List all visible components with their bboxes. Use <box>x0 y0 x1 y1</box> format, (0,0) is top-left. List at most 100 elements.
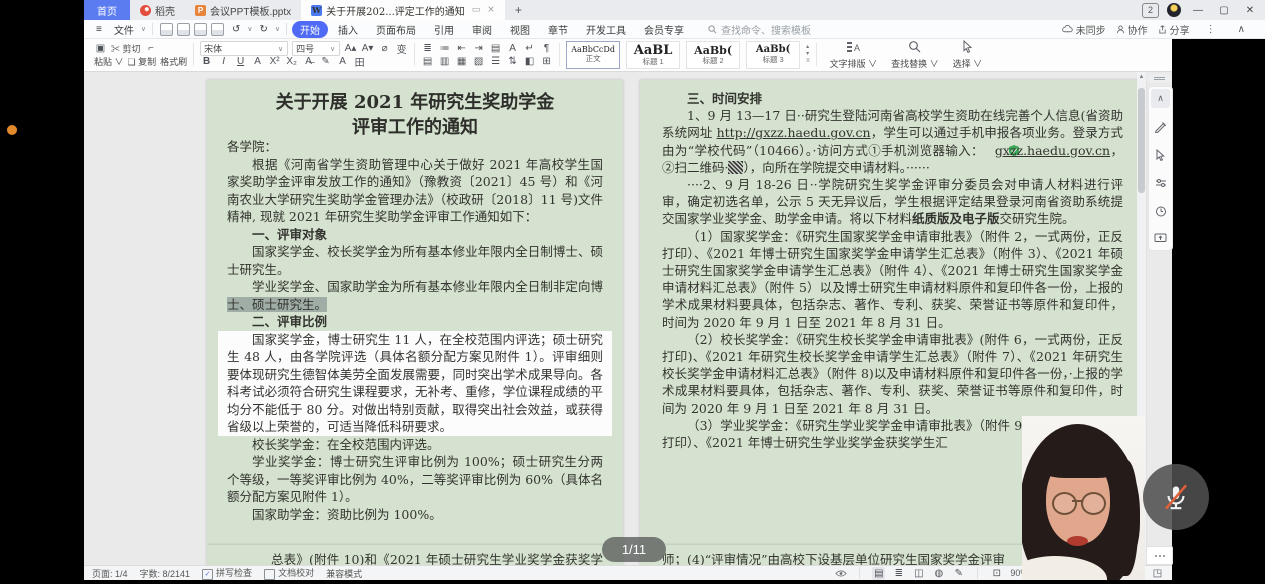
ribbon-tab-视图[interactable]: 视图 <box>502 21 538 38</box>
char-color-icon[interactable]: A <box>336 55 349 68</box>
number-list-icon[interactable]: ≔ <box>438 42 451 55</box>
close-button[interactable]: ✕ <box>1241 2 1259 18</box>
tool-选择[interactable]: 选择 ∨ <box>946 41 990 68</box>
brush-icon[interactable]: ⌐ <box>145 42 158 55</box>
chevron-down-icon[interactable]: ∨ <box>247 25 252 33</box>
decrease-indent-icon[interactable]: ⇤ <box>455 42 468 55</box>
more-tools-button[interactable] <box>1146 546 1173 565</box>
style-正文[interactable]: AaBbCcDd正文 <box>566 41 620 69</box>
cut-button[interactable]: ✂ 剪切 <box>111 42 141 55</box>
ribbon-tab-开始[interactable]: 开始 <box>292 21 328 38</box>
char-border-icon[interactable]: 田 <box>353 55 366 68</box>
subscript-icon[interactable]: X₂ <box>285 55 298 68</box>
document-page-1[interactable]: 关于开展 2021 年研究生奖助学金评审工作的通知各学院：根据《河南省学生资助管… <box>207 80 623 545</box>
webcam-video[interactable] <box>1022 416 1145 580</box>
clear-format-icon[interactable]: ⌀ <box>378 42 391 55</box>
tool-查找替换[interactable]: 查找替换 ∨ <box>884 41 946 68</box>
superscript-icon[interactable]: X² <box>268 55 281 68</box>
book-view-icon[interactable]: ◫ <box>912 567 925 580</box>
status-拼写检查[interactable]: ✓拼写检查 <box>202 566 252 579</box>
eye-protection-icon[interactable] <box>835 569 847 578</box>
text-effects-icon[interactable]: 变 <box>395 42 408 55</box>
export-button[interactable] <box>177 23 190 36</box>
side-toolbar-handle[interactable] <box>1148 74 1171 83</box>
paste-button[interactable]: 粘贴 ∨ <box>94 55 124 68</box>
print-preview-button[interactable] <box>211 23 224 36</box>
document-area[interactable]: 关于开展 2021 年研究生奖助学金评审工作的通知各学院：根据《河南省学生资助管… <box>84 72 1172 565</box>
ribbon-tab-审阅[interactable]: 审阅 <box>464 21 500 38</box>
page-view-icon[interactable]: ▤ <box>872 567 885 580</box>
tool-文字排版[interactable]: A文字排版 ∨ <box>823 41 885 68</box>
style-scroll-arrows[interactable]: ▴▾≡ <box>806 44 810 65</box>
ribbon-tab-页面布局[interactable]: 页面布局 <box>368 21 424 38</box>
strikethrough-icon[interactable]: A̶ <box>302 55 315 68</box>
clipboard-icon[interactable]: ▣ <box>94 42 107 55</box>
command-search[interactable]: 查找命令、搜索模板 <box>708 22 811 37</box>
format-painter-button[interactable]: 格式刷 <box>160 55 187 68</box>
link-text[interactable]: http://gxzz.haedu.gov.cn <box>717 125 871 140</box>
distribute-icon[interactable]: ☰ <box>489 55 502 68</box>
increase-indent-icon[interactable]: ⇥ <box>472 42 485 55</box>
status-文档校对[interactable]: 文档校对 <box>264 566 314 579</box>
more-menu-icon[interactable]: ⋮ <box>1200 23 1222 36</box>
collapse-chevron-icon[interactable]: ∧ <box>1151 89 1170 108</box>
share-button[interactable]: 分享 <box>1158 22 1190 37</box>
pointer-icon[interactable] <box>1151 145 1170 164</box>
underline-icon[interactable]: U <box>234 55 247 68</box>
settings-sliders-icon[interactable] <box>1151 173 1170 192</box>
more-styles-icon[interactable]: ≡ <box>806 58 810 65</box>
chevron-down-icon[interactable]: ∨ <box>275 25 280 33</box>
align-left-icon[interactable]: ▤ <box>421 55 434 68</box>
wrap-icon[interactable]: ↵ <box>523 42 536 55</box>
scroll-styles-up-icon[interactable]: ▴ <box>806 44 810 51</box>
document-page-3[interactable]: 总表》(附件 10)和《2021 年硕士研究生学业奖学金获奖学生汇总表》 <box>207 545 623 565</box>
web-view-icon[interactable]: ◍ <box>932 567 945 580</box>
ribbon-tab-章节[interactable]: 章节 <box>540 21 576 38</box>
fullscreen-icon[interactable]: ◳ <box>1151 567 1164 580</box>
ink-view-icon[interactable]: ✎ <box>952 567 965 580</box>
minimize-button[interactable]: — <box>1189 2 1207 18</box>
align-center-icon[interactable]: ▥ <box>438 55 451 68</box>
share-screen-icon[interactable] <box>1151 229 1170 248</box>
scrollbar-thumb[interactable] <box>1138 88 1145 193</box>
paragraph-mark-icon[interactable]: ¶ <box>540 42 553 55</box>
timer-icon[interactable] <box>1151 201 1170 220</box>
font-name-select[interactable]: 宋体∨ <box>200 41 288 56</box>
ribbon-tab-会员专享[interactable]: 会员专享 <box>636 21 692 38</box>
border-icon[interactable]: ⊞ <box>540 55 553 68</box>
font-color-icon[interactable]: A <box>251 55 264 68</box>
scroll-up-icon[interactable]: ▲ <box>1137 74 1146 80</box>
link-text[interactable]: gxzz.haedu.gov.cn <box>995 143 1110 158</box>
undo-button[interactable]: ↺ <box>226 23 246 36</box>
scroll-styles-down-icon[interactable]: ▾ <box>806 51 810 58</box>
avatar[interactable] <box>1167 3 1181 17</box>
line-spacing-icon[interactable]: ⇅ <box>506 55 519 68</box>
annotate-pen-icon[interactable] <box>1151 117 1170 136</box>
sync-status[interactable]: 未同步 <box>1062 22 1106 37</box>
style-标题 1[interactable]: AaBL标题 1 <box>626 41 680 69</box>
redo-button[interactable]: ↻ <box>253 23 273 36</box>
bullet-list-icon[interactable]: ≣ <box>421 42 434 55</box>
shading-icon[interactable]: ◧ <box>523 55 536 68</box>
style-标题 3[interactable]: AaBb(标题 3 <box>746 41 800 69</box>
file-tab-docer[interactable]: 稻壳 <box>130 0 185 20</box>
style-标题 2[interactable]: AaBb(标题 2 <box>686 41 740 69</box>
italic-icon[interactable]: I <box>217 55 230 68</box>
file-menu[interactable]: 文件 <box>108 21 140 38</box>
file-tab-ppt[interactable]: P会议PPT模板.pptx <box>185 0 301 20</box>
fit-page-icon[interactable]: ⊡ <box>990 567 1003 580</box>
ribbon-tab-开发工具[interactable]: 开发工具 <box>578 21 634 38</box>
microphone-muted-button[interactable] <box>1143 464 1209 530</box>
bold-icon[interactable]: B <box>200 55 213 68</box>
justify-icon[interactable]: ▧ <box>472 55 485 68</box>
hamburger-icon[interactable]: ≡ <box>90 23 108 36</box>
save-button[interactable] <box>160 23 173 36</box>
account-badge[interactable]: 2 <box>1142 3 1159 18</box>
collaborate-button[interactable]: 协作 <box>1116 22 1148 37</box>
align-right-icon[interactable]: ▦ <box>455 55 468 68</box>
print-button[interactable] <box>194 23 207 36</box>
ribbon-tab-插入[interactable]: 插入 <box>330 21 366 38</box>
maximize-button[interactable]: ▢ <box>1215 2 1233 18</box>
copy-button[interactable]: ❏ 复制 <box>128 55 157 68</box>
font-size-select[interactable]: 四号∨ <box>292 41 340 56</box>
